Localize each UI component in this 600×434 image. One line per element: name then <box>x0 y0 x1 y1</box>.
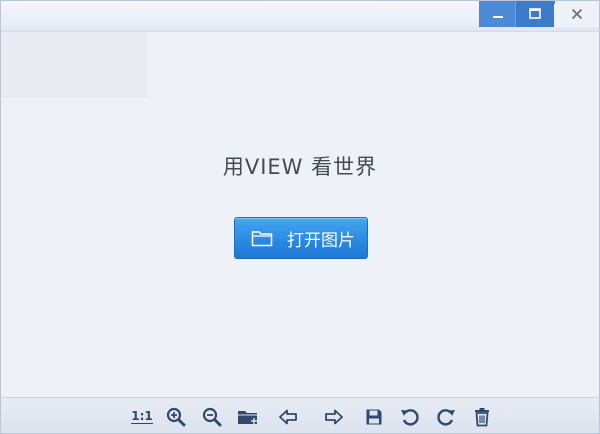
delete-icon <box>475 408 489 427</box>
maximize-icon <box>529 8 541 19</box>
zoom-out-button[interactable] <box>201 406 223 428</box>
open-image-button[interactable]: 打开图片 <box>234 217 368 259</box>
save-icon <box>366 409 382 425</box>
maximize-button[interactable] <box>515 1 554 27</box>
minimize-button[interactable] <box>479 1 517 27</box>
next-button[interactable] <box>323 406 345 428</box>
zoom-out-icon <box>202 407 222 427</box>
side-panel <box>1 32 147 98</box>
bottom-toolbar: 1:1 <box>1 397 599 433</box>
rotate-left-icon <box>401 409 419 426</box>
rotate-right-button[interactable] <box>435 406 457 428</box>
previous-button[interactable] <box>277 406 299 428</box>
slogan-text: 用VIEW 看世界 <box>222 155 378 179</box>
open-image-label: 打开图片 <box>287 230 355 251</box>
open-folder-icon <box>238 411 257 424</box>
open-folder-button[interactable] <box>237 406 259 428</box>
next-icon <box>325 409 343 425</box>
zoom-in-icon <box>166 407 186 427</box>
rotate-left-button[interactable] <box>399 406 421 428</box>
actual-size-label: 1:1 <box>131 409 153 424</box>
close-icon <box>571 8 583 20</box>
zoom-in-button[interactable] <box>165 406 187 428</box>
folder-icon <box>251 231 273 247</box>
minimize-icon <box>493 16 503 18</box>
actual-size-button[interactable]: 1:1 <box>131 406 153 428</box>
title-bar[interactable] <box>1 1 599 32</box>
rotate-right-icon <box>437 409 455 426</box>
viewer-window: 用VIEW 看世界 打开图片 1:1 <box>0 0 600 434</box>
save-button[interactable] <box>363 406 385 428</box>
previous-icon <box>279 409 297 425</box>
delete-button[interactable] <box>471 406 493 428</box>
close-button[interactable] <box>555 1 599 27</box>
